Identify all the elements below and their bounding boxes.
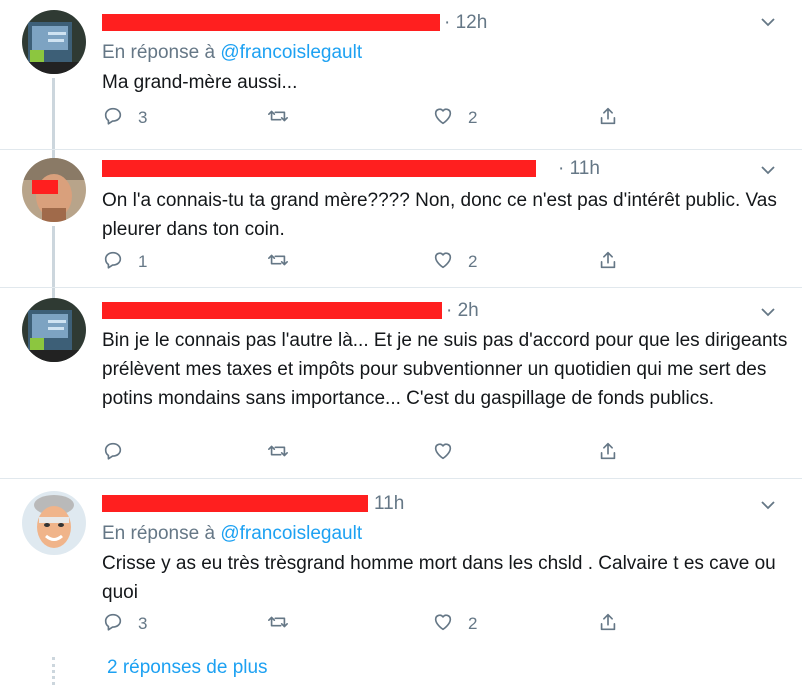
- avatar[interactable]: [22, 298, 86, 362]
- like-button[interactable]: [432, 440, 468, 466]
- reply-count: 1: [138, 252, 148, 271]
- more-replies-link[interactable]: 2 réponses de plus: [107, 657, 268, 679]
- retweet-button[interactable]: [267, 105, 303, 131]
- reply-button[interactable]: [102, 440, 138, 466]
- tweet[interactable]: · 12h En réponse à @francoislegault Ma g…: [0, 0, 802, 164]
- tweet-time[interactable]: · 2h: [446, 300, 479, 322]
- reply-icon: [102, 440, 124, 467]
- tweet-time[interactable]: · 12h: [444, 12, 487, 34]
- tweet-header: · 12h: [102, 12, 782, 38]
- heart-icon: [432, 611, 454, 638]
- chevron-down-icon[interactable]: [760, 497, 776, 518]
- tweet-actions: 1 2: [102, 249, 642, 275]
- reply-button[interactable]: 3: [102, 105, 147, 131]
- heart-icon: [432, 440, 454, 467]
- retweet-icon: [267, 611, 289, 638]
- tweet-header: 11h: [102, 493, 782, 519]
- share-icon: [597, 611, 619, 638]
- redacted-author: [102, 302, 442, 319]
- share-icon: [597, 105, 619, 132]
- reply-count: 3: [138, 614, 148, 633]
- chevron-down-icon[interactable]: [760, 14, 776, 35]
- reply-prefix: En réponse à: [102, 42, 216, 63]
- retweet-icon: [267, 105, 289, 132]
- avatar[interactable]: [22, 491, 86, 555]
- reply-context: En réponse à @francoislegault: [102, 42, 362, 64]
- share-button[interactable]: [597, 249, 619, 275]
- reply-handle-link[interactable]: @francoislegault: [220, 523, 362, 544]
- retweet-icon: [267, 249, 289, 276]
- tweet-header: · 2h: [102, 300, 782, 326]
- redacted-author: [102, 14, 440, 31]
- share-button[interactable]: [597, 611, 619, 637]
- retweet-icon: [267, 440, 289, 467]
- tweet-actions: [102, 440, 642, 466]
- reply-button[interactable]: 1: [102, 249, 147, 275]
- tweet-text: Bin je le connais pas l'autre là... Et j…: [102, 330, 788, 409]
- heart-icon: [432, 105, 454, 132]
- tweet-text: On l'a connais-tu ta grand mère???? Non,…: [102, 190, 777, 240]
- heart-icon: [432, 249, 454, 276]
- reply-button[interactable]: 3: [102, 611, 147, 637]
- chevron-down-icon[interactable]: [760, 162, 776, 183]
- like-button[interactable]: 2: [432, 611, 477, 637]
- tweet-text: Crisse y as eu très trèsgrand homme mort…: [102, 553, 776, 603]
- more-replies-thread-dots: [52, 657, 58, 685]
- like-count: 2: [468, 252, 478, 271]
- chevron-down-icon[interactable]: [760, 304, 776, 325]
- reply-count: 3: [138, 108, 148, 127]
- reply-icon: [102, 105, 124, 132]
- like-count: 2: [468, 614, 478, 633]
- tweet-actions: 3 2: [102, 105, 642, 131]
- reply-handle-link[interactable]: @francoislegault: [220, 42, 362, 63]
- retweet-button[interactable]: [267, 611, 303, 637]
- tweet[interactable]: · 2h Bin je le connais pas l'autre là...…: [0, 288, 802, 478]
- reply-icon: [102, 249, 124, 276]
- share-icon: [597, 249, 619, 276]
- reply-context: En réponse à @francoislegault: [102, 523, 362, 545]
- tweet-time[interactable]: · 11h: [558, 158, 600, 180]
- avatar[interactable]: [22, 158, 86, 222]
- tweet-actions: 3 2: [102, 611, 642, 637]
- redacted-author: [102, 495, 368, 512]
- avatar[interactable]: [22, 10, 86, 74]
- share-button[interactable]: [597, 105, 619, 131]
- retweet-button[interactable]: [267, 440, 303, 466]
- like-button[interactable]: 2: [432, 105, 477, 131]
- like-count: 2: [468, 108, 478, 127]
- redacted-author: [102, 160, 536, 177]
- tweet[interactable]: · 11h On l'a connais-tu ta grand mère???…: [0, 150, 802, 300]
- share-icon: [597, 440, 619, 467]
- reply-prefix: En réponse à: [102, 523, 216, 544]
- like-button[interactable]: 2: [432, 249, 477, 275]
- tweet-time[interactable]: 11h: [374, 493, 404, 515]
- share-button[interactable]: [597, 440, 619, 466]
- tweet-header: · 11h: [102, 158, 782, 184]
- retweet-button[interactable]: [267, 249, 303, 275]
- tweet-text: Ma grand-mère aussi...: [102, 72, 298, 93]
- reply-icon: [102, 611, 124, 638]
